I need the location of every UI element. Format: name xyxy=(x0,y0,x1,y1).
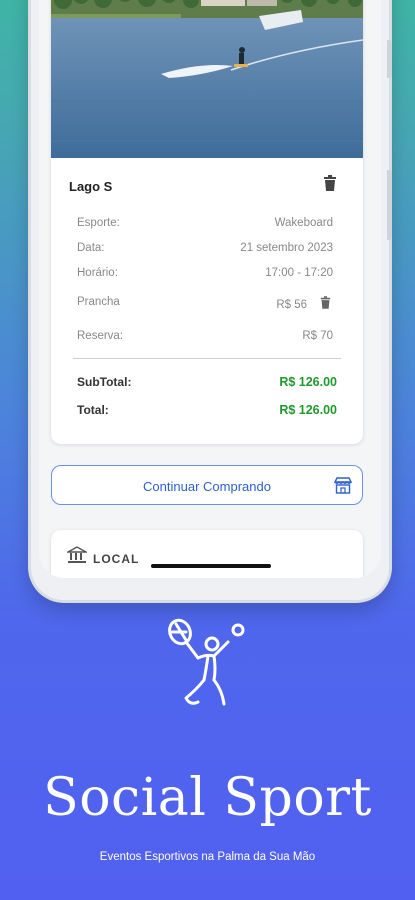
local-section-label: LOCAL xyxy=(93,552,140,566)
home-indicator xyxy=(151,564,271,568)
detail-value-reservation: R$ 70 xyxy=(302,330,333,342)
subtotal-value: R$ 126.00 xyxy=(279,375,337,389)
detail-value-time: 17:00 - 17:20 xyxy=(265,267,333,279)
tennis-player-icon xyxy=(164,618,254,723)
app-tagline: Eventos Esportivos na Palma da Sua Mão xyxy=(99,851,316,863)
cart-item-card: Lago S Esporte: Wakeboard Data: 21 setem… xyxy=(51,0,363,444)
detail-value-board: R$ 56 xyxy=(276,299,307,311)
total-value: R$ 126.00 xyxy=(279,403,337,417)
delete-item-icon[interactable] xyxy=(323,175,337,196)
detail-label-sport: Esporte: xyxy=(77,217,120,229)
building-icon xyxy=(65,546,89,569)
product-photo xyxy=(51,0,363,158)
local-card: LOCAL xyxy=(51,530,363,578)
remove-board-icon[interactable] xyxy=(320,296,331,314)
detail-value-date: 21 setembro 2023 xyxy=(240,242,333,254)
phone-side-button xyxy=(387,170,392,240)
continue-shopping-button[interactable]: Continuar Comprando xyxy=(51,465,363,505)
subtotal-label: SubTotal: xyxy=(77,375,132,389)
detail-label-reservation: Reserva: xyxy=(77,330,124,342)
app-title: Social Sport xyxy=(43,768,372,828)
divider xyxy=(73,358,341,359)
product-title: Lago S xyxy=(69,179,113,194)
detail-label-date: Data: xyxy=(77,242,105,254)
store-icon xyxy=(333,477,353,499)
continue-shopping-label: Continuar Comprando xyxy=(143,479,271,494)
phone-mockup: Lago S Esporte: Wakeboard Data: 21 setem… xyxy=(28,0,392,603)
detail-label-board: Prancha xyxy=(77,296,120,308)
total-label: Total: xyxy=(77,403,109,417)
app-screen: Lago S Esporte: Wakeboard Data: 21 setem… xyxy=(39,0,381,578)
detail-label-time: Horário: xyxy=(77,267,118,279)
detail-value-sport: Wakeboard xyxy=(274,217,333,229)
phone-side-button xyxy=(387,40,392,78)
